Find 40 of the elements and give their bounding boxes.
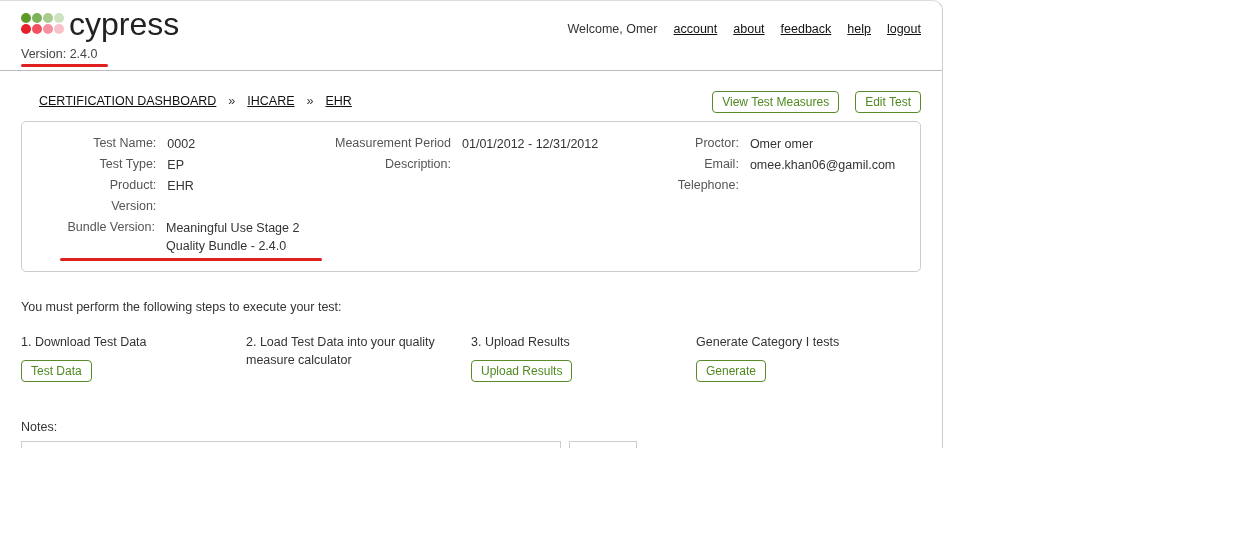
field-label: Email: xyxy=(703,156,740,173)
field-label: Test Name: xyxy=(92,135,158,152)
breadcrumb-separator: » xyxy=(228,93,236,111)
nav-link[interactable]: help xyxy=(847,20,871,39)
field-value: Omer omer xyxy=(749,136,815,153)
field-label: Version: xyxy=(110,198,158,215)
breadcrumb-link[interactable]: IHCARE xyxy=(243,92,299,111)
instructions-text: You must perform the following steps to execute your test: xyxy=(21,299,343,316)
breadcrumb-separator: » xyxy=(306,93,314,111)
nav-link[interactable]: about xyxy=(733,20,765,39)
field-value: Meaningful Use Stage 2 Quality Bundle - 2.4.0 xyxy=(166,220,301,255)
breadcrumb-link[interactable]: EHR xyxy=(321,92,356,111)
field-value: 01/01/2012 - 12/31/2012 xyxy=(462,136,600,153)
field-label: Bundle Version: xyxy=(66,219,156,236)
field-label: Telephone: xyxy=(676,177,740,194)
step-text: 3. Upload Results xyxy=(471,333,571,351)
field-label: Test Type: xyxy=(98,156,158,173)
step-button[interactable]: Test Data xyxy=(21,359,92,382)
field-value: 0002 xyxy=(167,136,197,153)
version-text: Version: 2.4.0 xyxy=(21,46,99,63)
field-label: Proctor: xyxy=(694,135,740,152)
welcome-text: Welcome, Omer xyxy=(567,21,658,38)
field-value: EP xyxy=(167,157,186,174)
step-text: Generate Category I tests xyxy=(696,333,841,351)
step-text: 2. Load Test Data into your quality measure calculator xyxy=(246,333,436,369)
step-button[interactable]: Generate xyxy=(696,359,767,382)
field-value: omee.khan06@gamil.com xyxy=(749,157,897,174)
nav-link[interactable]: feedback xyxy=(780,20,832,39)
action-button[interactable]: Edit Test xyxy=(855,90,921,113)
breadcrumb-link[interactable]: CERTIFICATION DASHBOARD xyxy=(35,92,221,111)
nav-link[interactable]: account xyxy=(673,20,718,39)
nav-link[interactable]: logout xyxy=(886,20,921,39)
step-button[interactable]: Upload Results xyxy=(471,359,573,382)
field-label: Product: xyxy=(108,177,158,194)
field-label: Measurement Period xyxy=(333,135,452,152)
notes-label: Notes: xyxy=(21,418,59,436)
action-button[interactable]: View Test Measures xyxy=(712,90,840,113)
step-text: 1. Download Test Data xyxy=(21,333,148,351)
field-label: Description: xyxy=(384,156,452,173)
field-value: EHR xyxy=(167,178,195,195)
